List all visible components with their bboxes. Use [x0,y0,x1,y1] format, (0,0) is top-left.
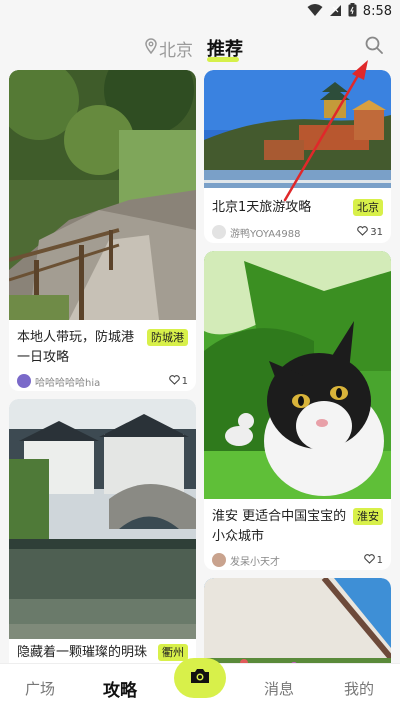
bottom-nav: 广场 攻略 消息 我的 [0,658,400,711]
nav-messages[interactable]: 消息 [264,678,294,699]
nav-guide[interactable]: 攻略 [103,676,137,701]
app-screen: 8:58 北京 推荐 防城港 本地人带玩，防城港一日攻略 哈哈哈哈哈hia 1 … [0,0,400,711]
camera-icon [189,667,211,689]
nav-mine[interactable]: 我的 [344,678,374,699]
nav-square[interactable]: 广场 [25,678,55,699]
annotation-arrow [283,60,368,202]
camera-button[interactable] [174,658,226,698]
